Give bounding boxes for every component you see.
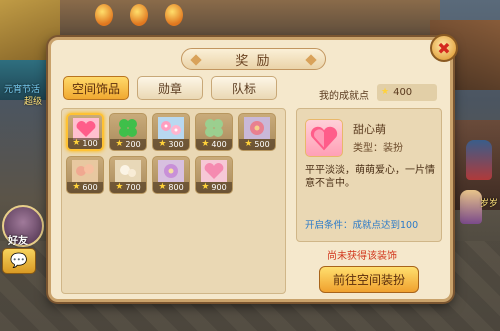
npc-character[interactable] <box>460 190 482 224</box>
star-icon: ★ <box>158 139 167 149</box>
star-icon: ★ <box>201 139 210 149</box>
item-cost: ★ 400 <box>196 139 232 150</box>
unlock-condition: 开启条件：成就点达到100 <box>305 220 419 231</box>
close-icon: ✖ <box>437 38 451 58</box>
item-cost: ★ 700 <box>110 182 146 193</box>
faded-blossom-icon <box>72 160 98 182</box>
faded-white-flower-icon <box>115 160 141 182</box>
item-cost: ★ 300 <box>153 139 189 150</box>
event-subtext: 超级 <box>24 97 43 107</box>
item-slot[interactable]: ★ 400 <box>195 113 233 151</box>
item-grid: ★ 100 ★ 200 ★ 300 ★ 400 ★ 500 ★ 600 ★ 70… <box>66 113 276 194</box>
item-slot[interactable]: ★ 700 <box>109 156 147 194</box>
item-grid-panel: ★ 100 ★ 200 ★ 300 ★ 400 ★ 500 ★ 600 ★ 70… <box>61 108 286 294</box>
npc-character[interactable] <box>466 140 492 180</box>
lantern-icon <box>165 4 183 26</box>
item-slot[interactable]: ★ 800 <box>152 156 190 194</box>
item-slot[interactable]: ★ 900 <box>195 156 233 194</box>
star-icon: ★ <box>72 182 81 192</box>
tab-space-decorations[interactable]: 空间饰品 <box>63 76 129 100</box>
building-roof-top <box>60 0 440 40</box>
dialog-title-plate: 奖 励 <box>181 48 326 70</box>
chat-icon: 💬 <box>10 253 28 269</box>
item-name: 甜心萌 <box>353 123 386 136</box>
item-cost: ★ 500 <box>239 139 275 150</box>
item-type: 类型：装扮 <box>353 143 403 154</box>
npc-label: 岁岁 <box>479 199 498 209</box>
achievement-points-label: 我的成就点 <box>319 91 369 102</box>
item-cost: ★ 800 <box>153 182 189 193</box>
faded-clover-icon <box>205 119 223 137</box>
chat-button[interactable]: 💬 <box>2 248 36 274</box>
item-cost: ★ 200 <box>110 139 146 150</box>
tab-bar: 空间饰品 勋章 队标 <box>63 76 277 100</box>
close-button[interactable]: ✖ <box>430 34 458 62</box>
achievement-points-box: ★ 400 <box>377 84 437 101</box>
star-icon: ★ <box>381 87 390 97</box>
item-cost: ★ 900 <box>196 182 232 193</box>
friend-label: 好友 <box>8 236 28 247</box>
green-clover-icon <box>119 119 137 137</box>
star-icon: ★ <box>72 138 81 148</box>
tab-medals[interactable]: 勋章 <box>137 76 203 100</box>
lantern-icon <box>130 4 148 26</box>
item-slot[interactable]: ★ 600 <box>66 156 104 194</box>
item-slot[interactable]: ★ 300 <box>152 113 190 151</box>
star-icon: ★ <box>115 139 124 149</box>
detail-pink-heart-icon <box>305 119 343 157</box>
star-icon: ★ <box>244 139 253 149</box>
reward-dialog: 奖 励 ✖ 空间饰品 勋章 队标 我的成就点 ★ 400 ★ 100 ★ 200… <box>48 34 458 302</box>
lantern-icon <box>95 4 113 26</box>
red-flower-icon <box>244 117 270 139</box>
item-detail-panel: 甜心萌 类型：装扮 平平淡淡，萌萌爱心，一片情意不言中。 开启条件：成就点达到1… <box>296 108 442 242</box>
item-slot[interactable]: ★ 200 <box>109 113 147 151</box>
achievement-points-value: 400 <box>393 87 413 98</box>
star-icon: ★ <box>201 182 210 192</box>
item-slot[interactable]: ★ 500 <box>238 113 276 151</box>
item-cost: ★ 600 <box>67 182 103 193</box>
item-slot[interactable]: ★ 100 <box>66 113 104 151</box>
item-cost: ★ 100 <box>68 138 102 149</box>
dialog-title: 奖 励 <box>235 53 272 69</box>
item-description: 平平淡淡，萌萌爱心，一片情意不言中。 <box>305 165 435 189</box>
faded-purple-flower-icon <box>158 160 184 182</box>
ownership-status: 尚未获得该装饰 <box>327 251 397 262</box>
pink-heart-icon <box>73 118 99 140</box>
star-icon: ★ <box>115 182 124 192</box>
tab-team-badges[interactable]: 队标 <box>211 76 277 100</box>
go-decorate-button[interactable]: 前往空间装扮 <box>319 266 419 293</box>
pink-flowers-icon <box>158 117 184 139</box>
faded-pink-heart-icon <box>201 160 227 182</box>
star-icon: ★ <box>158 182 167 192</box>
